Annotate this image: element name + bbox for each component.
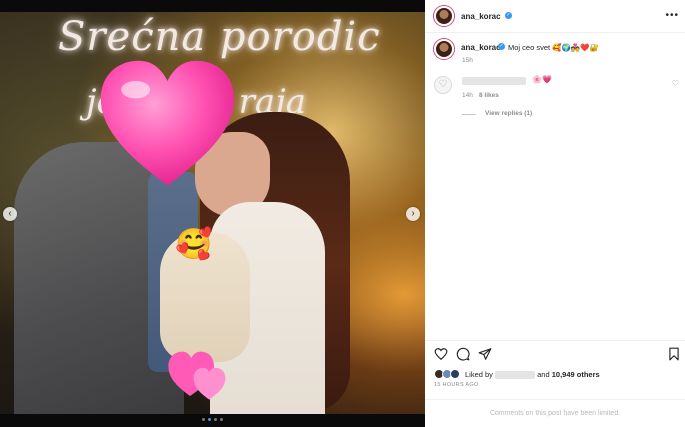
- liker-avatar[interactable]: [450, 369, 460, 379]
- view-replies-link[interactable]: View replies (1): [485, 110, 532, 117]
- verified-badge-icon: ✓: [505, 12, 512, 19]
- smiling-face-with-hearts-icon: 🥰: [175, 228, 213, 261]
- post-media: Srećna porodic je pobre raja 🥰: [0, 0, 425, 427]
- bookmark-icon[interactable]: [667, 347, 681, 361]
- instagram-post-modal: Srećna porodic je pobre raja 🥰: [0, 0, 685, 427]
- caption-avatar[interactable]: [434, 39, 454, 59]
- header-username[interactable]: ana_korac: [461, 12, 501, 21]
- caption-time: 15h: [462, 57, 473, 64]
- verified-badge-icon: ✓: [498, 43, 505, 50]
- caption-username[interactable]: ana_korac: [461, 43, 501, 52]
- heart-outline-icon[interactable]: [434, 347, 448, 361]
- liked-by-prefix: Liked by: [465, 370, 493, 379]
- more-options-icon[interactable]: •••: [665, 10, 679, 21]
- comment-time: 14h: [462, 92, 473, 99]
- comment-bubble-icon[interactable]: [456, 347, 470, 361]
- action-bar: [425, 340, 685, 366]
- post-header: ana_korac ✓ •••: [425, 0, 685, 33]
- liked-by-and: and: [537, 370, 550, 379]
- comment-text: 🌸💗: [532, 75, 552, 84]
- paper-plane-icon[interactable]: [478, 347, 492, 361]
- comment-username-redacted[interactable]: [462, 77, 526, 85]
- avatar[interactable]: [434, 6, 454, 26]
- replies-divider: [462, 114, 476, 115]
- chevron-left-icon[interactable]: ‹: [3, 207, 17, 221]
- comment-avatar[interactable]: ♡: [434, 76, 452, 94]
- liked-by-row: Liked by and 10,949 others: [425, 368, 685, 382]
- post-date[interactable]: 15 HOURS AGO: [434, 382, 479, 388]
- likes-count[interactable]: 10,949 others: [552, 370, 600, 379]
- comment-like-heart-icon[interactable]: ♡: [672, 79, 679, 88]
- carousel-dot: [214, 418, 217, 421]
- liked-by-text[interactable]: Liked by and 10,949 others: [465, 370, 600, 380]
- heart-sticker-large-icon: [100, 60, 235, 186]
- carousel-indicator: [0, 418, 425, 421]
- carousel-dot: [208, 418, 211, 421]
- carousel-dot: [220, 418, 223, 421]
- heart-sticker-small-icon: [168, 351, 226, 400]
- comments-limited-notice: Comments on this post have been limited.: [425, 399, 685, 427]
- post-sidebar: ana_korac ✓ ••• ana_korac ✓ Moj ceo svet…: [425, 0, 685, 427]
- liker-name-redacted[interactable]: [495, 371, 536, 380]
- chevron-right-icon[interactable]: ›: [406, 207, 420, 221]
- comment-likes[interactable]: 8 likes: [479, 92, 499, 99]
- post-photo[interactable]: Srećna porodic je pobre raja 🥰: [0, 12, 425, 414]
- carousel-dot: [202, 418, 205, 421]
- caption-text: Moj ceo svet 🥰🌍💑❤️🔐: [508, 43, 599, 52]
